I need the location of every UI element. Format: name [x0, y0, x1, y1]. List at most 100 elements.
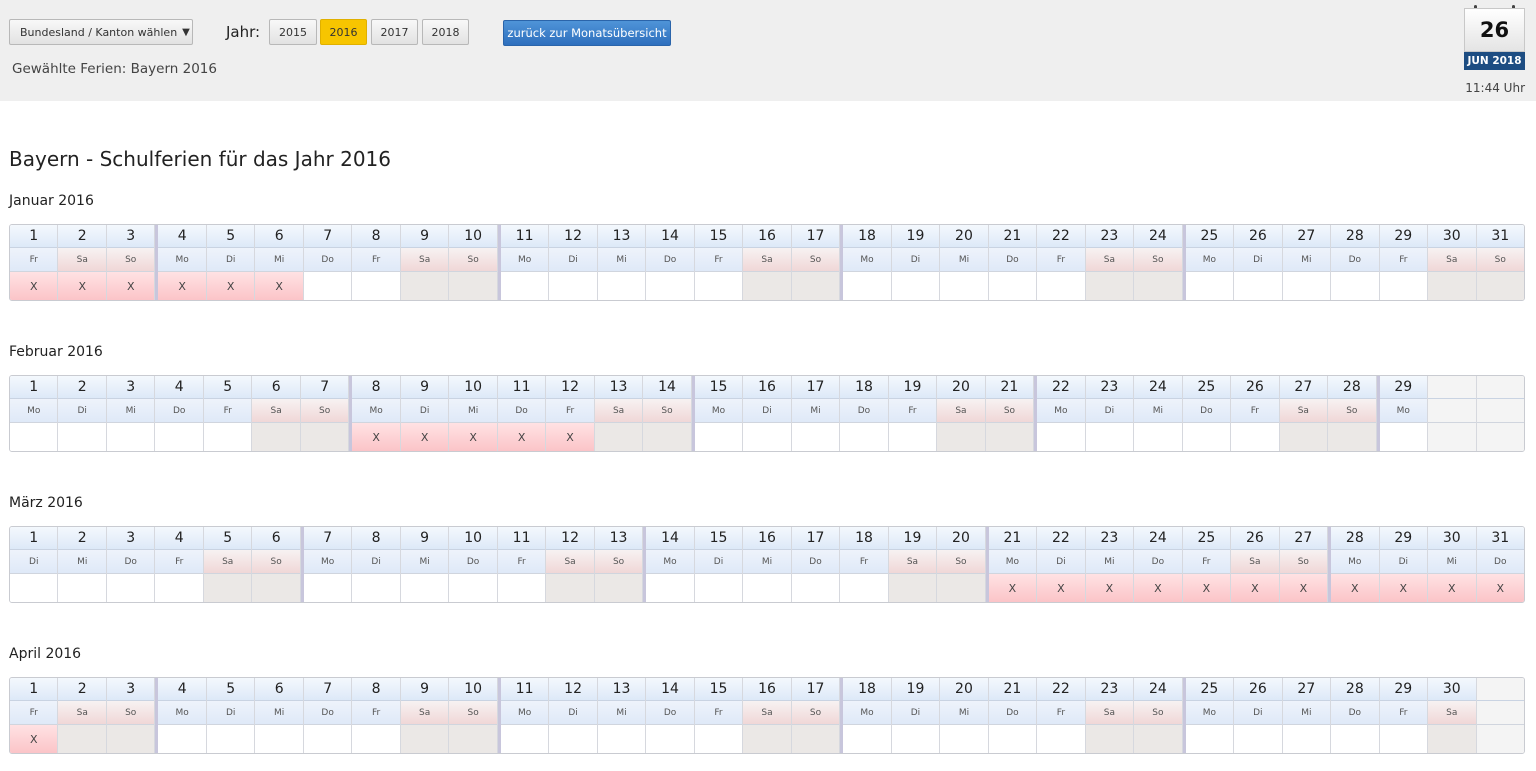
- day-column: 13 Mi: [597, 225, 647, 300]
- holiday-cell: X: [1231, 574, 1279, 602]
- day-number: 7: [303, 225, 352, 248]
- day-number: 9: [400, 376, 449, 399]
- day-column: 30 Sa: [1428, 678, 1477, 753]
- year-button-2018[interactable]: 2018: [422, 19, 469, 45]
- year-button-2017[interactable]: 2017: [371, 19, 418, 45]
- weekday-label: Mi: [58, 550, 106, 574]
- weekday-label: Mo: [1037, 399, 1085, 423]
- empty-cell: [1428, 376, 1476, 399]
- weekday-label: Sa: [937, 399, 985, 423]
- day-cell: [549, 725, 597, 753]
- empty-day-column: [1476, 678, 1524, 753]
- day-cell: [449, 272, 497, 300]
- day-column: 27 Mi: [1282, 225, 1332, 300]
- day-number: 17: [791, 376, 840, 399]
- day-column: 17 Mi: [791, 376, 841, 451]
- day-column: 29 Di X: [1379, 527, 1429, 602]
- day-number: 6: [252, 527, 300, 550]
- state-select-button[interactable]: Bundesland / Kanton wählen ▼: [9, 19, 193, 45]
- day-number: 19: [888, 527, 937, 550]
- day-column: 9 Mi: [400, 527, 450, 602]
- day-number: 4: [155, 527, 203, 550]
- weekday-label: Di: [206, 248, 255, 272]
- day-cell: [497, 574, 546, 602]
- day-number: 28: [1328, 376, 1376, 399]
- empty-day-column: [1428, 376, 1477, 451]
- day-number: 8: [352, 678, 400, 701]
- day-number: 28: [1331, 527, 1379, 550]
- day-column: 6 Sa: [252, 376, 301, 451]
- day-number: 12: [546, 376, 594, 399]
- day-column: 28 So: [1328, 376, 1377, 451]
- holiday-cell: X: [10, 272, 58, 300]
- day-column: 8 Fr: [352, 225, 401, 300]
- day-column: 25 Mo: [1182, 225, 1235, 300]
- day-column: 6 So: [252, 527, 301, 602]
- day-number: 9: [400, 225, 449, 248]
- back-to-month-overview-button[interactable]: zurück zur Monatsübersicht: [503, 20, 671, 46]
- day-column: 10 So: [449, 225, 498, 300]
- day-cell: [694, 272, 743, 300]
- day-column: 8 Di: [352, 527, 401, 602]
- day-column: 27 Mi: [1282, 678, 1332, 753]
- day-number: 26: [1231, 527, 1279, 550]
- weekday-label: Mo: [500, 248, 549, 272]
- day-number: 15: [694, 527, 743, 550]
- day-cell: [791, 574, 840, 602]
- day-number: 17: [791, 225, 840, 248]
- day-number: 31: [1476, 527, 1524, 550]
- day-column: 10 So: [449, 678, 498, 753]
- day-column: 4 Do: [155, 376, 204, 451]
- weekday-label: Mo: [646, 550, 694, 574]
- year-button-2015[interactable]: 2015: [269, 19, 317, 45]
- day-number: 18: [840, 376, 888, 399]
- day-column: 9 Sa: [400, 225, 450, 300]
- day-column: 23 Sa: [1085, 225, 1135, 300]
- weekday-label: Mo: [303, 550, 352, 574]
- weekday-label: So: [1476, 248, 1524, 272]
- selected-holidays-label: Gewählte Ferien: Bayern 2016: [12, 61, 217, 77]
- day-number: 18: [843, 678, 891, 701]
- day-number: 10: [449, 376, 497, 399]
- day-cell: [1279, 423, 1328, 451]
- day-column: 15 Mo: [691, 376, 744, 451]
- year-label: Jahr:: [226, 23, 261, 41]
- day-column: 2 Di: [58, 376, 107, 451]
- day-cell: [937, 574, 985, 602]
- day-column: 28 Do: [1331, 678, 1380, 753]
- weekday-label: So: [937, 550, 985, 574]
- day-number: 19: [888, 376, 937, 399]
- year-button-2016[interactable]: 2016: [320, 19, 367, 45]
- weekday-label: Sa: [546, 550, 594, 574]
- day-column: 10 Mi X: [449, 376, 498, 451]
- day-cell: [300, 423, 349, 451]
- weekday-label: Fr: [1379, 701, 1428, 725]
- weekday-label: Fr: [546, 399, 594, 423]
- day-cell: [791, 272, 840, 300]
- day-number: 10: [449, 527, 497, 550]
- weekday-label: Mi: [1282, 701, 1331, 725]
- day-column: 29 Fr: [1379, 225, 1429, 300]
- weekday-label: Sa: [1279, 399, 1328, 423]
- day-column: 25 Mo: [1182, 678, 1235, 753]
- weekday-label: Fr: [1231, 399, 1279, 423]
- top-toolbar: Bundesland / Kanton wählen ▼ Jahr: 2015 …: [0, 0, 1536, 101]
- weekday-label: Fr: [1037, 701, 1085, 725]
- day-cell: [891, 272, 940, 300]
- holiday-cell: X: [400, 423, 449, 451]
- day-cell: [743, 725, 791, 753]
- day-number: 1: [10, 225, 58, 248]
- weekday-label: Sa: [58, 248, 106, 272]
- state-select-label: Bundesland / Kanton wählen: [20, 25, 178, 39]
- day-column: 2 Sa: [58, 678, 107, 753]
- weekday-label: Di: [1379, 550, 1428, 574]
- weekday-label: Do: [1134, 550, 1182, 574]
- day-number: 8: [352, 225, 400, 248]
- day-cell: [449, 725, 497, 753]
- day-cell: [10, 574, 58, 602]
- weekday-label: So: [594, 550, 643, 574]
- day-cell: [58, 423, 106, 451]
- day-cell: [843, 272, 891, 300]
- holiday-cell: X: [58, 272, 106, 300]
- weekday-label: Sa: [743, 701, 791, 725]
